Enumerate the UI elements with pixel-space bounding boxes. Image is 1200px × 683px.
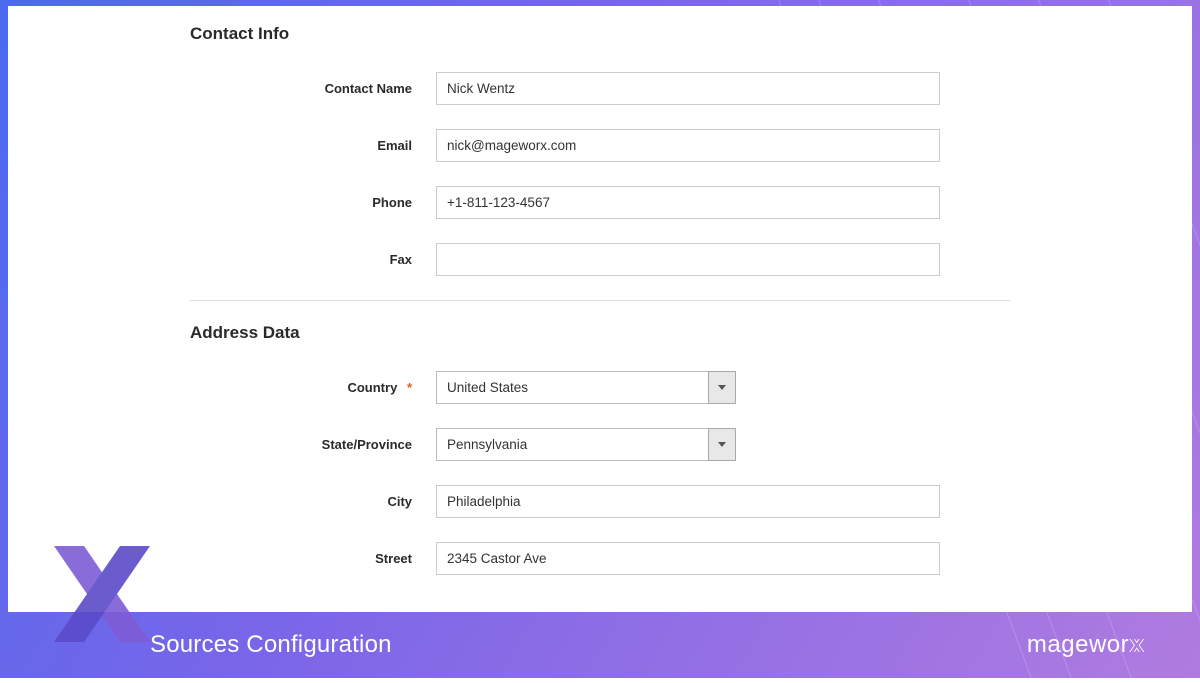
row-contact-name: Contact Name <box>190 72 1010 105</box>
label-fax: Fax <box>190 252 436 267</box>
row-fax: Fax <box>190 243 1010 276</box>
form-panel: Contact Info Contact Name Email Phone <box>8 6 1192 612</box>
footer-bar: Sources Configuration mageworx <box>0 612 1200 678</box>
section-title-contact: Contact Info <box>190 24 1010 44</box>
input-contact-name[interactable] <box>436 72 940 105</box>
select-state[interactable]: Pennsylvania <box>436 428 736 461</box>
input-street[interactable] <box>436 542 940 575</box>
label-state: State/Province <box>190 437 436 452</box>
select-state-toggle[interactable] <box>708 428 736 461</box>
input-city[interactable] <box>436 485 940 518</box>
section-title-address: Address Data <box>190 323 1010 343</box>
select-country[interactable]: United States <box>436 371 736 404</box>
brand-text: magewor <box>1027 631 1129 659</box>
input-phone[interactable] <box>436 186 940 219</box>
input-fax[interactable] <box>436 243 940 276</box>
gradient-frame: Contact Info Contact Name Email Phone <box>0 0 1200 678</box>
footer-title: Sources Configuration <box>150 631 392 659</box>
select-country-value: United States <box>436 371 708 404</box>
label-contact-name: Contact Name <box>190 81 436 96</box>
row-street: Street <box>190 542 1010 575</box>
label-email: Email <box>190 138 436 153</box>
required-star-icon: * <box>407 380 412 395</box>
brand-x-icon: x <box>1130 631 1144 659</box>
select-state-value: Pennsylvania <box>436 428 708 461</box>
row-phone: Phone <box>190 186 1010 219</box>
row-state: State/Province Pennsylvania <box>190 428 1010 461</box>
row-country: Country * United States <box>190 371 1010 404</box>
brand-logo: mageworx <box>1027 631 1144 659</box>
section-divider <box>190 300 1010 301</box>
row-email: Email <box>190 129 1010 162</box>
label-street: Street <box>190 551 436 566</box>
label-country-text: Country <box>347 380 397 395</box>
label-phone: Phone <box>190 195 436 210</box>
input-email[interactable] <box>436 129 940 162</box>
select-country-toggle[interactable] <box>708 371 736 404</box>
chevron-down-icon <box>718 442 726 447</box>
chevron-down-icon <box>718 385 726 390</box>
label-city: City <box>190 494 436 509</box>
label-country: Country * <box>190 380 436 395</box>
row-city: City <box>190 485 1010 518</box>
